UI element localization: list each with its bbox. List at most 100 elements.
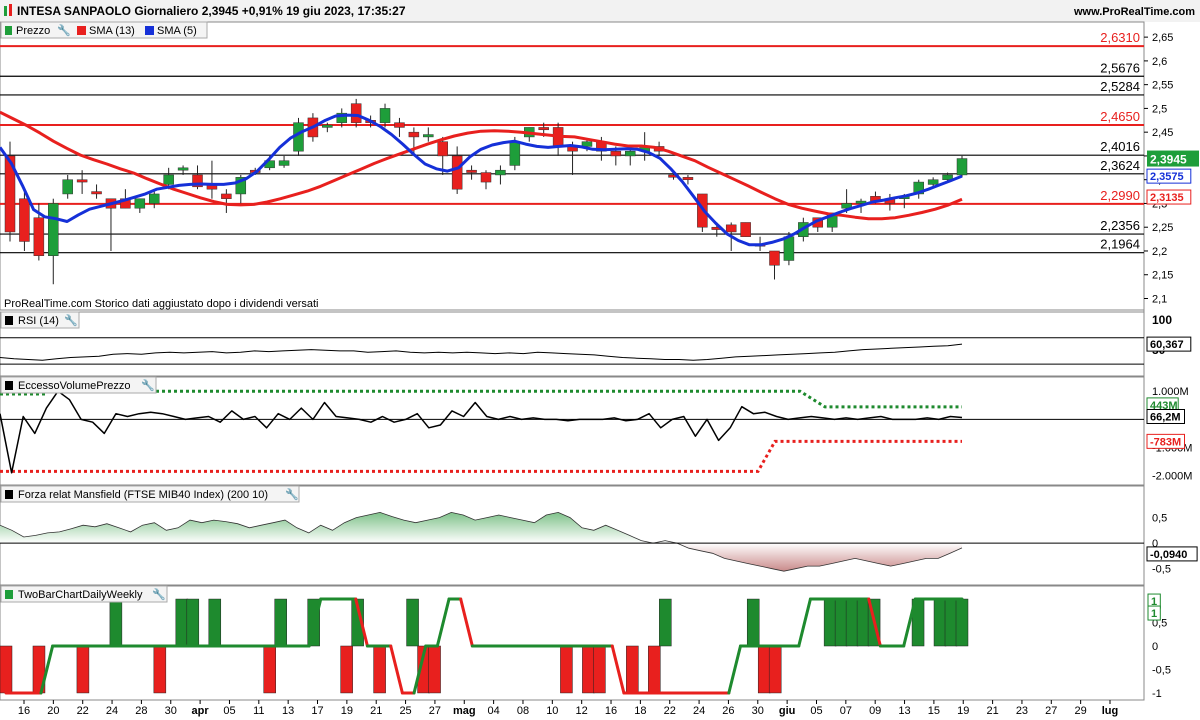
- wrench-icon[interactable]: 🔧: [152, 587, 166, 601]
- twobar-legend[interactable]: TwoBarChartDailyWeekly 🔧: [0, 585, 168, 603]
- x-tick-label: 16: [18, 705, 30, 717]
- twobar-bar: [208, 598, 222, 647]
- candle-body: [148, 193, 160, 204]
- x-tick-label: 20: [47, 705, 59, 717]
- volume-legend[interactable]: EccessoVolumePrezzo 🔧: [0, 376, 157, 394]
- legend-mansfield-label: Forza relat Mansfield (FTSE MIB40 Index)…: [18, 489, 268, 501]
- x-tick-label: 22: [77, 705, 89, 717]
- candle-body: [725, 224, 737, 233]
- legend-sma5-label: SMA (5): [157, 25, 197, 37]
- rsi-legend[interactable]: RSI (14) 🔧: [0, 311, 80, 329]
- twobar-tick-label: -1: [1152, 688, 1162, 700]
- twobar-bar: [834, 598, 848, 647]
- legend-sma13-label: SMA (13): [89, 25, 135, 37]
- x-tick-label: 04: [487, 705, 499, 717]
- twobar-bar: [560, 645, 573, 694]
- wrench-icon[interactable]: 🔧: [64, 313, 78, 327]
- x-tick-label: 12: [576, 705, 588, 717]
- candle-body: [451, 155, 463, 190]
- rsi-badge: 60,367: [1150, 339, 1184, 351]
- candle-body: [509, 141, 521, 166]
- wrench-icon[interactable]: 🔧: [141, 378, 155, 392]
- twobar-bar: [153, 645, 167, 694]
- candle-body: [423, 134, 434, 138]
- candle-body: [538, 127, 549, 131]
- twobar-bar: [746, 598, 760, 647]
- candle-body: [379, 108, 391, 123]
- volume-badge-value: 66,2M: [1150, 411, 1181, 423]
- legend-rsi-swatch: [5, 316, 13, 325]
- mansfield-tick-label: 0,5: [1152, 513, 1167, 525]
- panel-frames: [0, 21, 1145, 701]
- x-tick-label: 26: [722, 705, 734, 717]
- x-tick-label: 18: [634, 705, 646, 717]
- chart-canvas: INTESA SANPAOLO Giornaliero 2,3945 +0,91…: [0, 0, 1200, 717]
- twobar-tick-label: -0,5: [1152, 664, 1171, 676]
- x-tick-label: 11: [253, 705, 264, 717]
- price-tick-label: 2,55: [1152, 80, 1173, 92]
- price-level-label: 2,1964: [1100, 237, 1140, 252]
- x-tick-label: 05: [223, 705, 235, 717]
- candle-body: [163, 174, 174, 185]
- wrench-icon[interactable]: 🔧: [57, 23, 71, 37]
- x-tick-label: 13: [898, 705, 910, 717]
- price-level-label: 2,2356: [1100, 218, 1140, 233]
- twobar-bar: [845, 598, 859, 647]
- candle-body: [350, 103, 362, 123]
- twobar-bar: [648, 645, 661, 694]
- twobar-badge-2: 1: [1151, 608, 1157, 620]
- legend-twobar-swatch: [5, 590, 13, 599]
- twobar-bar: [428, 645, 441, 694]
- candle-body: [221, 193, 232, 199]
- price-level-label: 2,6310: [1100, 30, 1140, 45]
- price-tick-label: 2,6: [1152, 56, 1167, 68]
- twobar-bar: [593, 645, 606, 694]
- x-tick-label: 19: [341, 705, 353, 717]
- volume-tick-label: -2.000M: [1152, 471, 1192, 483]
- twobar-bar: [175, 598, 189, 647]
- price-level-label: 2,5676: [1100, 60, 1140, 75]
- price-tick-label: 2,2: [1152, 246, 1167, 258]
- volume-badge-lower: -783M: [1150, 436, 1181, 448]
- twobar-bar: [626, 645, 639, 694]
- last-price-badge-text: 2,3945: [1150, 153, 1187, 167]
- twobar-bar: [823, 598, 837, 647]
- legend-volume-label: EccessoVolumePrezzo: [18, 380, 131, 392]
- candle-body: [48, 203, 59, 256]
- x-tick-label: 16: [605, 705, 617, 717]
- x-tick-label: 07: [840, 705, 852, 717]
- legend-price-swatch: [5, 26, 12, 35]
- twobar-bar: [856, 598, 870, 647]
- price-level-label: 2,2990: [1100, 188, 1140, 203]
- x-tick-label: mag: [453, 705, 476, 717]
- x-tick-label: 27: [429, 705, 441, 717]
- mansfield-legend[interactable]: Forza relat Mansfield (FTSE MIB40 Index)…: [0, 485, 300, 503]
- mansfield-tick-label: -0,5: [1152, 564, 1171, 576]
- twobar-bar: [659, 598, 672, 647]
- x-tick-label: 29: [1075, 705, 1087, 717]
- x-tick-label: 25: [399, 705, 411, 717]
- x-tick-label: 17: [311, 705, 323, 717]
- wrench-icon[interactable]: 🔧: [285, 487, 299, 501]
- candle-body: [76, 179, 88, 183]
- candle-body: [769, 250, 780, 266]
- x-tick-label: lug: [1102, 705, 1119, 717]
- twobar-bar: [373, 645, 386, 694]
- last-price-badge: 2,3945: [1147, 150, 1199, 167]
- site-label[interactable]: www.ProRealTime.com: [1073, 6, 1195, 18]
- candle-body: [278, 160, 290, 166]
- twobar-bar: [274, 598, 287, 647]
- x-tick-label: giu: [779, 705, 796, 717]
- legend-price-label: Prezzo: [16, 25, 50, 37]
- candle-body: [927, 179, 939, 185]
- candle-body: [624, 150, 636, 157]
- candle-body: [581, 141, 593, 147]
- panel-frame-price: [0, 21, 1145, 311]
- x-tick-label: 05: [810, 705, 822, 717]
- price-legend[interactable]: Prezzo 🔧 SMA (13) SMA (5): [0, 21, 208, 39]
- x-tick-label: 19: [957, 705, 969, 717]
- x-tick-label: 10: [546, 705, 558, 717]
- candle-body: [408, 131, 420, 138]
- twobar-bar: [944, 598, 958, 647]
- x-tick-label: 21: [986, 705, 998, 717]
